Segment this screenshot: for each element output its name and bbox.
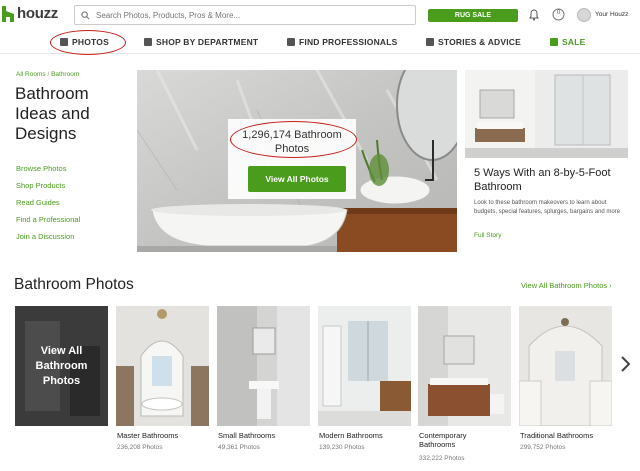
master-bathroom-image <box>116 306 209 426</box>
category-tile-contemporary[interactable] <box>418 306 511 426</box>
category-count-master: 236,208 Photos <box>117 444 163 451</box>
article-bathroom-illustration <box>465 70 628 158</box>
nav-label: FIND PROFESSIONALS <box>299 37 398 47</box>
search-input[interactable] <box>96 10 396 20</box>
article-title[interactable]: 5 Ways With an 8-by-5-Foot Bathroom <box>474 166 622 194</box>
nav-item-shop[interactable]: SHOP BY DEPARTMENT <box>144 37 258 47</box>
category-count-modern: 139,230 Photos <box>319 444 365 451</box>
view-all-tile-line2: Bathroom <box>35 360 88 372</box>
chevron-right-icon[interactable] <box>619 355 631 373</box>
category-count-small: 49,361 Photos <box>218 444 260 451</box>
nav-label: SALE <box>562 37 586 47</box>
category-label-small[interactable]: Small Bathrooms <box>218 431 275 440</box>
view-all-tile-line3: Photos <box>42 375 81 387</box>
houzz-logo-icon <box>2 5 14 22</box>
full-story-link[interactable]: Full Story <box>474 232 501 239</box>
category-label-contemporary-line1: Contemporary <box>419 431 467 440</box>
category-tile-modern[interactable] <box>318 306 411 426</box>
breadcrumb-all-rooms[interactable]: All Rooms <box>16 71 46 78</box>
category-label-modern[interactable]: Modern Bathrooms <box>319 431 383 440</box>
category-count-contemporary: 332,222 Photos <box>419 455 465 462</box>
logo-text: houzz <box>17 5 58 22</box>
traditional-bathroom-image <box>519 306 612 426</box>
breadcrumb-separator: / <box>47 71 50 78</box>
page-title: Bathroom Ideas and Designs <box>15 84 90 143</box>
photos-highlight-circle <box>50 30 126 55</box>
search-icon <box>81 10 90 19</box>
top-bar: houzz RUG SALE 0 Your Houzz <box>0 0 640 30</box>
gift-icon <box>550 38 558 46</box>
nav-item-stories[interactable]: STORIES & ADVICE <box>426 37 521 47</box>
search-bar[interactable] <box>74 5 416 25</box>
small-bathroom-image <box>217 306 310 426</box>
category-count-traditional: 299,752 Photos <box>520 444 566 451</box>
nav-item-professionals[interactable]: FIND PROFESSIONALS <box>287 37 398 47</box>
nav-label: SHOP BY DEPARTMENT <box>156 37 259 47</box>
rug-sale-button[interactable]: RUG SALE <box>428 9 518 22</box>
book-icon <box>426 38 434 46</box>
view-all-bathroom-photos-link[interactable]: View All Bathroom Photos › <box>521 281 612 290</box>
your-houzz-link[interactable]: Your Houzz <box>595 11 628 18</box>
breadcrumb-bathroom[interactable]: Bathroom <box>51 71 79 78</box>
category-label-contemporary-line2: Bathrooms <box>419 440 456 449</box>
sidebar-links: Browse Photos Shop Products Read Guides … <box>16 164 80 249</box>
view-all-tile-text: View All Bathroom Photos <box>15 344 108 389</box>
sidebar-link-join-discussion[interactable]: Join a Discussion <box>16 232 80 249</box>
messages-icon[interactable]: 0 <box>552 8 565 21</box>
category-tile-traditional[interactable] <box>519 306 612 426</box>
category-label-master[interactable]: Master Bathrooms <box>117 431 178 440</box>
houzz-logo[interactable]: houzz <box>2 5 58 22</box>
category-tile-master[interactable] <box>116 306 209 426</box>
chevron-right-icon: › <box>609 283 612 290</box>
sidebar-link-shop-products[interactable]: Shop Products <box>16 181 80 198</box>
category-label-traditional[interactable]: Traditional Bathrooms <box>520 431 593 440</box>
photo-count-highlight-circle <box>230 121 357 158</box>
view-all-tile-line1: View All <box>40 345 83 357</box>
sidebar-link-read-guides[interactable]: Read Guides <box>16 198 80 215</box>
breadcrumb: All Rooms / Bathroom <box>16 71 79 78</box>
article-image[interactable] <box>465 70 628 158</box>
person-icon <box>287 38 295 46</box>
category-tile-small[interactable] <box>217 306 310 426</box>
modern-bathroom-image <box>318 306 411 426</box>
nav-label: STORIES & ADVICE <box>438 37 522 47</box>
contemporary-bathroom-image <box>418 306 511 426</box>
category-label-contemporary[interactable]: Contemporary Bathrooms <box>419 431 467 449</box>
section-title: Bathroom Photos <box>14 276 134 293</box>
view-all-bathroom-photos-label: View All Bathroom Photos <box>521 281 608 290</box>
avatar[interactable] <box>577 8 591 22</box>
view-all-photos-button[interactable]: View All Photos <box>248 166 346 192</box>
article-description: Look to these bathroom makeovers to lear… <box>474 200 621 215</box>
sidebar-link-find-professional[interactable]: Find a Professional <box>16 215 80 232</box>
bell-icon[interactable] <box>528 9 540 21</box>
messages-badge: 0 <box>556 10 561 16</box>
nav-item-sale[interactable]: SALE <box>550 37 585 47</box>
sidebar-link-browse-photos[interactable]: Browse Photos <box>16 164 80 181</box>
sofa-icon <box>144 38 152 46</box>
